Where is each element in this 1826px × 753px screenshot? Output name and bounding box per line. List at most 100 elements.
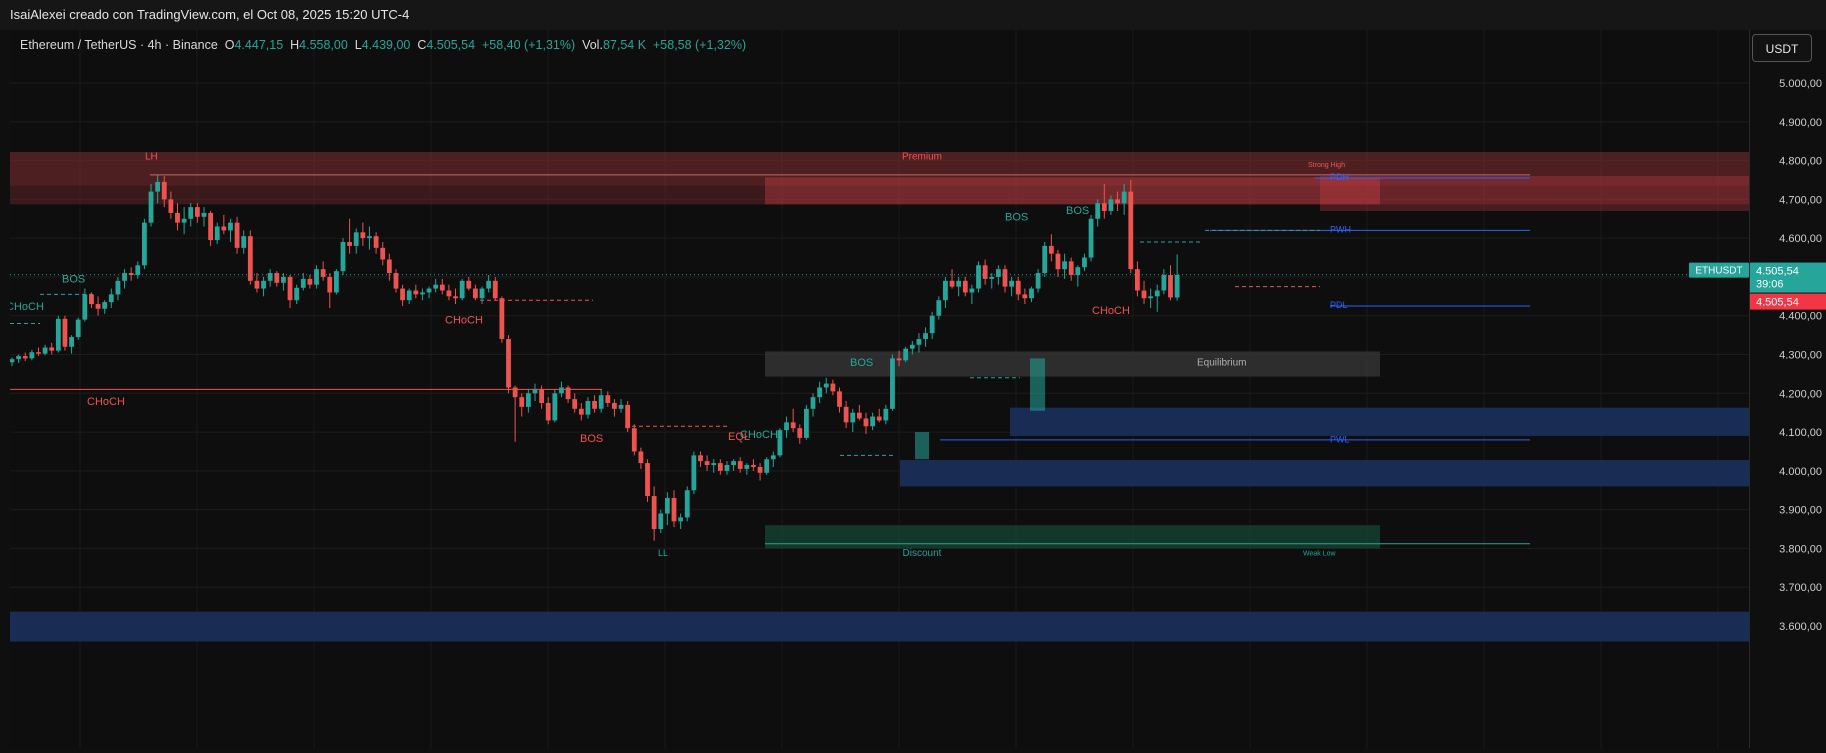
candle-body[interactable]	[486, 280, 492, 289]
candle-body[interactable]	[194, 207, 200, 217]
candle-body[interactable]	[492, 280, 498, 299]
candle-body[interactable]	[737, 461, 743, 469]
candle-body[interactable]	[850, 412, 856, 423]
candle-body[interactable]	[155, 181, 161, 192]
candle-body[interactable]	[49, 347, 55, 351]
candle-body[interactable]	[870, 416, 875, 427]
candle-body[interactable]	[631, 428, 637, 452]
candle-body[interactable]	[837, 391, 842, 407]
candle-body[interactable]	[420, 292, 425, 295]
candle-body[interactable]	[10, 359, 15, 363]
candle-body[interactable]	[208, 212, 213, 241]
candle-body[interactable]	[148, 191, 154, 223]
candle-body[interactable]	[664, 498, 670, 514]
candle-body[interactable]	[386, 259, 392, 274]
candle-body[interactable]	[473, 288, 478, 299]
candle-body[interactable]	[1082, 257, 1087, 268]
candle-body[interactable]	[353, 232, 359, 246]
candle-body[interactable]	[804, 408, 809, 438]
candle-body[interactable]	[128, 273, 134, 275]
candle-body[interactable]	[923, 333, 928, 339]
candle-body[interactable]	[314, 269, 319, 285]
candle-body[interactable]	[433, 284, 439, 289]
candle-body[interactable]	[770, 455, 776, 460]
candle-body[interactable]	[539, 389, 544, 403]
candle-body[interactable]	[168, 199, 174, 213]
candle-body[interactable]	[1022, 294, 1028, 299]
candle-body[interactable]	[1168, 274, 1173, 298]
candle-body[interactable]	[525, 393, 531, 407]
candle-body[interactable]	[506, 338, 511, 388]
candle-body[interactable]	[949, 280, 955, 287]
price-axis-svg[interactable]: 5.000,00 4.900,00 4.800,00 4.700,00 4.600,00…	[1750, 30, 1826, 748]
candle-body[interactable]	[188, 207, 194, 219]
candle-body[interactable]	[797, 428, 803, 438]
candle-body[interactable]	[1009, 280, 1015, 287]
candle-body[interactable]	[876, 416, 882, 421]
candle-body[interactable]	[55, 318, 61, 351]
candle-body[interactable]	[751, 465, 756, 467]
candle-body[interactable]	[439, 284, 445, 291]
candle-body[interactable]	[903, 348, 909, 361]
candle-body[interactable]	[69, 337, 74, 347]
candle-body[interactable]	[1095, 203, 1101, 219]
candle-body[interactable]	[598, 395, 604, 409]
candle-body[interactable]	[261, 280, 266, 289]
candle-body[interactable]	[578, 408, 584, 415]
candle-body[interactable]	[135, 265, 141, 275]
candle-body[interactable]	[625, 404, 631, 429]
candle-body[interactable]	[545, 402, 551, 421]
candle-body[interactable]	[936, 300, 942, 316]
candle-body[interactable]	[830, 383, 836, 392]
candle-body[interactable]	[724, 465, 730, 471]
candle-body[interactable]	[29, 352, 35, 359]
candle-body[interactable]	[95, 304, 101, 309]
candle-body[interactable]	[1088, 218, 1094, 258]
candle-body[interactable]	[1115, 199, 1120, 204]
candle-body[interactable]	[552, 393, 558, 421]
candle-body[interactable]	[969, 288, 975, 293]
candle-body[interactable]	[618, 404, 624, 409]
candle-body[interactable]	[658, 513, 664, 530]
candle-body[interactable]	[989, 276, 995, 279]
candle-body[interactable]	[1029, 288, 1034, 299]
candle-body[interactable]	[890, 358, 895, 409]
price-chart[interactable]: LH PremiumStrong HighPDHPWHPDLPWLEquilibr…	[10, 30, 1749, 748]
candle-body[interactable]	[214, 226, 220, 241]
candle-body[interactable]	[42, 347, 48, 354]
candle-body[interactable]	[1042, 245, 1048, 274]
candle-body[interactable]	[711, 463, 717, 466]
candle-body[interactable]	[592, 401, 597, 409]
candle-body[interactable]	[22, 356, 28, 359]
candle-body[interactable]	[1108, 199, 1114, 211]
candle-body[interactable]	[1154, 290, 1160, 297]
candle-body[interactable]	[684, 490, 690, 518]
candle-body[interactable]	[995, 269, 1001, 277]
candle-body[interactable]	[843, 406, 849, 423]
candle-body[interactable]	[691, 455, 697, 491]
candle-body[interactable]	[810, 397, 816, 409]
candle-body[interactable]	[1062, 261, 1067, 270]
candle-body[interactable]	[757, 466, 763, 473]
candle-body[interactable]	[883, 408, 889, 421]
candle-body[interactable]	[863, 418, 869, 427]
candle-body[interactable]	[744, 465, 750, 469]
candle-body[interactable]	[453, 296, 458, 299]
candle-body[interactable]	[1075, 267, 1081, 275]
candle-body[interactable]	[201, 212, 207, 217]
candle-body[interactable]	[585, 401, 591, 415]
candle-body[interactable]	[406, 290, 412, 301]
candle-body[interactable]	[1101, 203, 1107, 211]
candle-body[interactable]	[142, 222, 147, 266]
candle-body[interactable]	[1068, 261, 1074, 275]
candle-body[interactable]	[512, 387, 518, 398]
candle-body[interactable]	[367, 236, 372, 239]
candle-body[interactable]	[638, 451, 644, 464]
candle-body[interactable]	[612, 402, 617, 409]
candle-body[interactable]	[1128, 191, 1134, 270]
candle-body[interactable]	[300, 278, 306, 288]
candle-body[interactable]	[499, 298, 505, 339]
candle-body[interactable]	[777, 430, 783, 456]
candle-body[interactable]	[1121, 191, 1127, 204]
candle-body[interactable]	[856, 412, 862, 419]
